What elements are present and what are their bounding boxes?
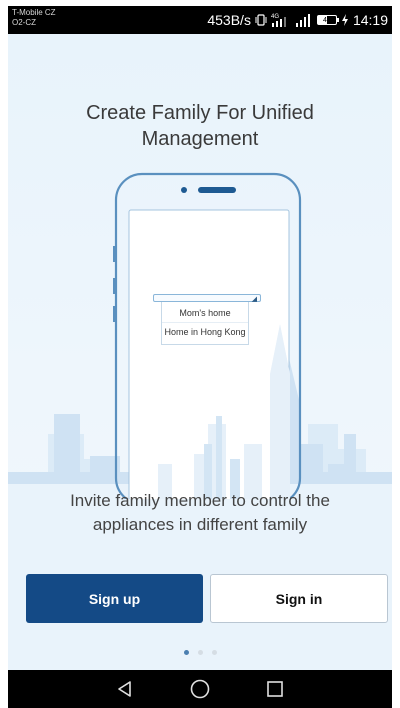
family-option-hong-kong[interactable]: Home in Hong Kong [162, 322, 248, 341]
page-indicator [8, 650, 392, 655]
onboarding-subtitle-line2: appliances in different family [92, 515, 308, 534]
carrier-name-secondary: O2-CZ [12, 18, 36, 27]
carrier-name-primary: T-Mobile CZ [12, 8, 56, 17]
family-option-moms-home[interactable]: Mom's home [162, 304, 248, 322]
onboarding-title-line1: Create Family For Unified [86, 102, 314, 124]
battery-icon: 49 [316, 15, 339, 25]
navigation-bar [8, 670, 392, 708]
page-dot-1[interactable] [183, 650, 189, 655]
back-icon[interactable] [113, 677, 137, 701]
page-dot-2[interactable] [197, 650, 203, 655]
battery-level: 49 [323, 16, 331, 24]
network-speed: 453B/s [207, 12, 251, 28]
recents-icon[interactable] [263, 677, 287, 701]
vibrate-icon [255, 13, 267, 27]
onboarding-title-line2: Management [141, 128, 259, 150]
signal-icon [295, 13, 313, 27]
clock: 14:19 [352, 12, 388, 28]
family-dropdown-list: Mom's home Home in Hong Kong [161, 302, 249, 345]
svg-text:4G: 4G [271, 14, 279, 20]
chevron-down-icon: ◢ [251, 295, 257, 303]
charging-icon [341, 13, 349, 27]
family-dropdown-bar: ◢ [153, 294, 261, 303]
signal-4g-icon: 4G [271, 12, 291, 28]
sign-up-button[interactable]: Sign up [26, 574, 203, 623]
onboarding-title: Create Family For Unified Management [8, 100, 392, 152]
sign-in-button[interactable]: Sign in [210, 574, 388, 623]
app-screen: T-Mobile CZ O2-CZ 453B/s 4G 49 14:19 Cre… [0, 0, 400, 708]
home-icon[interactable] [188, 677, 212, 701]
onboarding-screen: Create Family For Unified Management ◢ M… [8, 34, 392, 670]
carrier-info: T-Mobile CZ O2-CZ [12, 8, 56, 28]
page-dot-3[interactable] [211, 650, 217, 655]
family-dropdown[interactable]: ◢ Mom's home Home in Hong Kong [153, 294, 261, 345]
status-indicators: 453B/s 4G 49 14:19 [207, 6, 388, 34]
status-bar: T-Mobile CZ O2-CZ 453B/s 4G 49 14:19 [8, 6, 392, 34]
onboarding-subtitle: Invite family member to control the appl… [8, 489, 392, 537]
onboarding-subtitle-line1: Invite family member to control the [70, 491, 330, 510]
